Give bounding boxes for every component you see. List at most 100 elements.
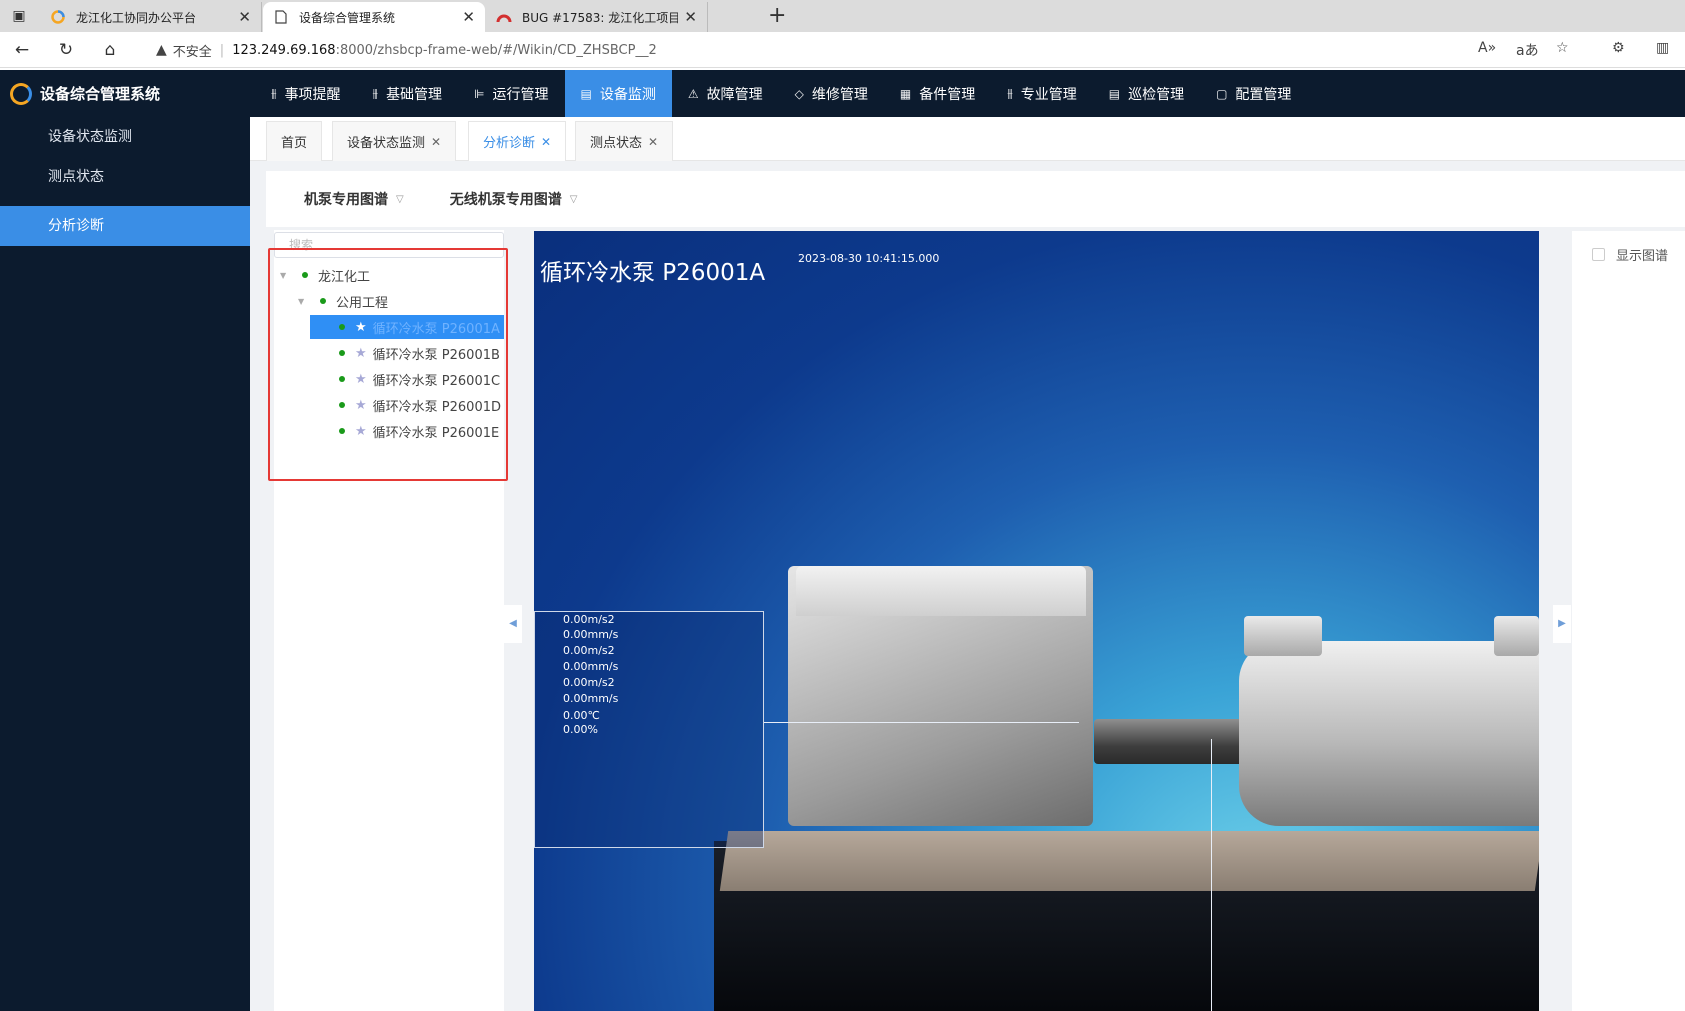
tab-actions-icon[interactable]: ▣ [10,7,28,25]
equipment-title: 循环冷水泵 P26001A [540,260,766,286]
tree-leaf-p26001a[interactable]: ★ 循环冷水泵 P26001A [310,315,504,339]
status-dot-icon [339,350,345,356]
tree-leaf-p26001b[interactable]: ★ 循环冷水泵 P26001B [339,341,500,365]
browser-tab-strip: ▣ 龙江化工协同办公平台 ✕ 设备综合管理系统 ✕ BUG #17583: 龙江… [0,0,1685,32]
tab-point-status[interactable]: 测点状态 ✕ [575,121,674,161]
pump-flange [1494,616,1539,656]
sensor-readout-panel: 0.00m/s2 0.00mm/s 0.00m/s2 0.00mm/s 0.00… [534,611,764,848]
nav-item-label: 基础管理 [386,86,443,103]
reading-value: 0.00mm/s [563,660,619,673]
show-chart-checkbox[interactable] [1592,248,1605,261]
app-title: 设备综合管理系统 [40,85,161,103]
translate-icon[interactable]: aあ [1516,40,1539,60]
star-icon: ★ [355,397,367,413]
chevron-down-icon: ▽ [569,193,578,205]
favicon-app-icon [50,9,66,25]
home-icon[interactable]: ⌂ [100,40,120,60]
nav-item-label: 事项提醒 [284,86,341,103]
pump-flange [1244,616,1322,656]
read-aloud-icon[interactable]: A» [1478,40,1496,56]
close-icon[interactable]: ✕ [541,135,551,149]
reading-value: 0.00m/s2 [563,644,615,657]
browser-tab-title: 龙江化工协同办公平台 [76,10,197,25]
pump-base-plate [719,831,1539,891]
close-icon[interactable]: ✕ [462,8,475,26]
nav-item-spare-parts[interactable]: ▦ 备件管理 [884,70,991,117]
clipboard-icon: ▢ [1216,86,1228,101]
close-icon[interactable]: ✕ [648,135,658,149]
motor-top-cover [796,566,1086,616]
expand-triangle-icon[interactable]: ▼ [298,297,310,306]
url-field[interactable]: ▲ 不安全 | 123.249.69.168 :8000/zhsbcp-fram… [140,36,1665,64]
nav-item-label: 设备监测 [599,86,656,103]
favorite-star-icon[interactable]: ☆ [1556,40,1569,56]
right-arrow-icon[interactable]: ▶ [1553,605,1571,643]
nav-item-reminders[interactable]: ⫵ 事项提醒 [255,70,357,117]
tree-leaf-p26001c[interactable]: ★ 循环冷水泵 P26001C [339,367,500,391]
tab-label: 测点状态 [590,136,643,151]
close-icon[interactable]: ✕ [684,8,697,26]
tree-leaf-p26001d[interactable]: ★ 循环冷水泵 P26001D [339,393,501,417]
status-dot-icon [320,298,326,304]
grid-icon: ▦ [899,86,912,101]
status-dot-icon [339,376,345,382]
star-icon: ★ [355,345,367,361]
browser-tab-bug[interactable]: BUG #17583: 龙江化工项目6.0平 ✕ [486,2,708,32]
data-timestamp: 2023-08-30 10:41:15.000 [798,252,940,265]
expand-triangle-icon[interactable]: ▼ [280,271,292,280]
app-logo[interactable]: 设备综合管理系统 [10,70,250,117]
dropdown-label: 机泵专用图谱 [304,192,388,208]
tab-home[interactable]: 首页 [266,121,323,161]
warning-icon: ▲ [156,42,167,58]
new-tab-icon[interactable]: + [768,4,786,28]
sidebar-item-point-status[interactable]: 测点状态 [0,157,250,197]
extensions-icon[interactable]: ⚙ [1612,40,1625,56]
browser-tab-collab[interactable]: 龙江化工协同办公平台 ✕ [40,2,262,32]
url-separator: | [219,42,225,58]
dropdown-label: 无线机泵专用图谱 [449,192,562,208]
tree-node-label: 循环冷水泵 P26001C [372,373,501,389]
nav-item-professional[interactable]: ⫵ 专业管理 [991,70,1093,117]
close-icon[interactable]: ✕ [431,135,441,149]
tab-label: 分析诊断 [483,136,536,151]
left-arrow-icon[interactable]: ◀ [504,605,522,643]
reload-icon[interactable]: ↻ [56,40,76,60]
reading-value: 0.00m/s2 [563,676,615,689]
back-icon[interactable]: ← [12,40,32,60]
tab-label: 设备状态监测 [347,136,426,151]
nav-item-label: 巡检管理 [1128,86,1185,103]
pump-chart-dropdown[interactable]: 机泵专用图谱 ▽ [304,189,404,209]
nav-item-label: 运行管理 [492,86,549,103]
dumbbell-icon: ⫵ [1007,86,1013,100]
nav-item-basic[interactable]: ⫵ 基础管理 [357,70,459,117]
sidebar: 设备状态监测 测点状态 分析诊断 [0,117,250,1011]
wireless-pump-chart-dropdown[interactable]: 无线机泵专用图谱 ▽ [450,189,578,209]
nav-item-maintenance[interactable]: ◇ 维修管理 [779,70,884,117]
sidebar-item-status-monitoring[interactable]: 设备状态监测 [0,117,250,157]
browser-tab-title: 设备综合管理系统 [299,10,396,25]
tree-node-label: 公用工程 [336,295,389,311]
nav-item-operation[interactable]: ⊫ 运行管理 [458,70,564,117]
tree-node-root[interactable]: ▼ 龙江化工 [280,263,370,287]
chevron-down-icon: ▽ [396,193,404,205]
browser-tab-equipment[interactable]: 设备综合管理系统 ✕ [263,2,485,32]
chart-toolbar: 机泵专用图谱 ▽ 无线机泵专用图谱 ▽ [266,171,1685,227]
leader-line [1211,739,1212,1011]
sidebar-item-analysis[interactable]: 分析诊断 [0,206,250,246]
bug-tracker-icon [496,9,512,25]
tab-analysis[interactable]: 分析诊断 ✕ [468,121,567,161]
tab-status-monitoring[interactable]: 设备状态监测 ✕ [332,121,457,161]
split-screen-icon[interactable]: ▥ [1656,40,1669,56]
tree-leaf-p26001e[interactable]: ★ 循环冷水泵 P26001E [339,419,499,443]
nav-item-fault[interactable]: ⚠ 故障管理 [672,70,779,117]
nav-item-config[interactable]: ▢ 配置管理 [1200,70,1307,117]
nav-item-monitoring[interactable]: ▤ 设备监测 [564,70,672,117]
insecure-label: 不安全 [172,44,212,60]
nav-item-inspection[interactable]: ▤ 巡检管理 [1093,70,1200,117]
close-icon[interactable]: ✕ [238,8,251,26]
equipment-3d-viewer[interactable]: 循环冷水泵 P26001A 2023-08-30 10:41:15.000 0.… [534,231,1539,1011]
tree-node-group[interactable]: ▼ 公用工程 [298,289,388,313]
warning-triangle-icon: ⚠ [687,86,699,101]
tag-icon: ◇ [794,86,804,101]
reading-value: 0.00mm/s [563,628,619,641]
